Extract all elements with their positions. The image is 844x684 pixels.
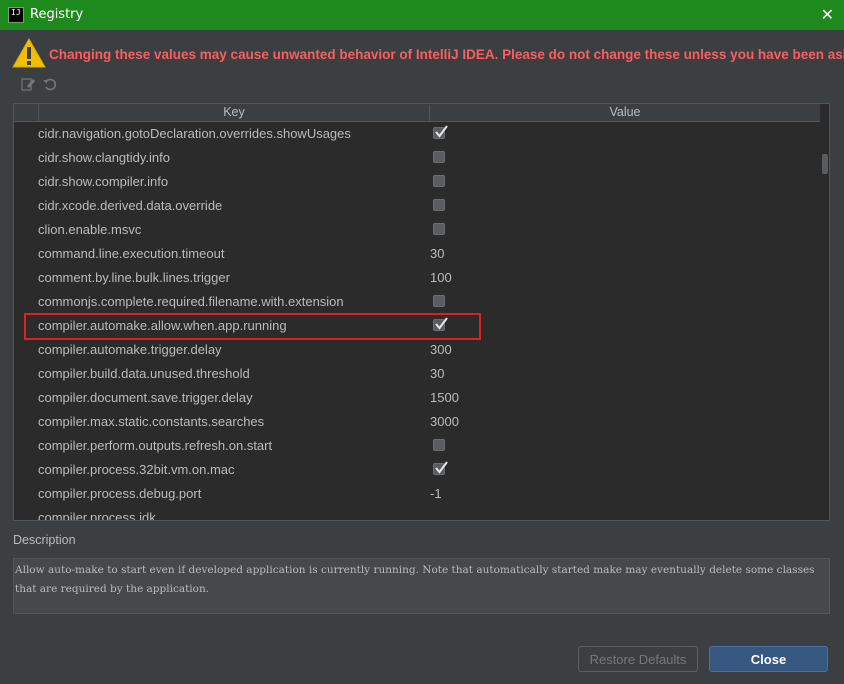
column-header-value[interactable]: Value xyxy=(430,105,820,121)
table-body: cidr.navigation.gotoDeclaration.override… xyxy=(14,122,820,521)
row-key: cidr.navigation.gotoDeclaration.override… xyxy=(38,126,351,141)
row-key: compiler.process.debug.port xyxy=(38,486,202,501)
window-title: Registry xyxy=(30,7,84,22)
checked-checkbox[interactable] xyxy=(433,317,448,331)
row-key: compiler.document.save.trigger.delay xyxy=(38,390,253,405)
row-value[interactable]: 1500 xyxy=(430,390,459,405)
table-row[interactable]: compiler.build.data.unused.threshold 30 xyxy=(14,362,820,386)
row-key: cidr.xcode.derived.data.override xyxy=(38,198,223,213)
unchecked-checkbox[interactable] xyxy=(433,295,445,307)
checked-checkbox[interactable] xyxy=(433,461,448,475)
close-button[interactable]: Close xyxy=(709,646,828,672)
row-key: comment.by.line.bulk.lines.trigger xyxy=(38,270,230,285)
row-key: cidr.show.compiler.info xyxy=(38,174,169,189)
row-key: command.line.execution.timeout xyxy=(38,246,225,261)
table-row[interactable]: compiler.process.debug.port -1 xyxy=(14,482,820,506)
checkmark-icon xyxy=(435,461,448,474)
unchecked-checkbox[interactable] xyxy=(433,223,445,235)
close-icon[interactable]: ✕ xyxy=(821,5,834,24)
row-value[interactable]: 3000 xyxy=(430,414,459,429)
row-key: compiler.automake.trigger.delay xyxy=(38,342,222,357)
table-row[interactable]: compiler.process.32bit.vm.on.mac xyxy=(14,458,820,482)
row-value[interactable]: 300 xyxy=(430,342,452,357)
column-header-key[interactable]: Key xyxy=(39,105,430,121)
table-row[interactable]: cidr.show.compiler.info xyxy=(14,170,820,194)
table-row[interactable]: cidr.xcode.derived.data.override xyxy=(14,194,820,218)
table-row[interactable]: compiler.max.static.constants.searches 30… xyxy=(14,410,820,434)
table-row[interactable]: clion.enable.msvc xyxy=(14,218,820,242)
unchecked-checkbox[interactable] xyxy=(433,151,445,163)
warning-message: Changing these values may cause unwanted… xyxy=(49,47,844,62)
row-key: compiler.process.32bit.vm.on.mac xyxy=(38,462,235,477)
checkmark-icon xyxy=(435,125,448,138)
table-row[interactable]: compiler.process.jdk xyxy=(14,506,820,521)
scrollbar-thumb[interactable] xyxy=(822,154,828,174)
row-value[interactable]: 30 xyxy=(430,246,444,261)
row-key: compiler.perform.outputs.refresh.on.star… xyxy=(38,438,273,453)
row-key: commonjs.complete.required.filename.with… xyxy=(38,294,344,309)
vertical-scrollbar[interactable] xyxy=(820,104,829,520)
row-key: compiler.max.static.constants.searches xyxy=(38,414,265,429)
revert-icon[interactable] xyxy=(42,76,58,92)
row-key: compiler.process.jdk xyxy=(38,510,156,521)
registry-table: Key Value cidr.navigation.gotoDeclaratio… xyxy=(13,103,830,521)
unchecked-checkbox[interactable] xyxy=(433,439,445,451)
checkmark-icon xyxy=(435,317,448,330)
warning-icon xyxy=(12,38,46,68)
table-row[interactable]: commonjs.complete.required.filename.with… xyxy=(14,290,820,314)
table-row[interactable]: compiler.document.save.trigger.delay 1500 xyxy=(14,386,820,410)
table-row[interactable]: command.line.execution.timeout 30 xyxy=(14,242,820,266)
restore-defaults-button[interactable]: Restore Defaults xyxy=(578,646,698,672)
unchecked-checkbox[interactable] xyxy=(433,199,445,211)
table-row[interactable]: cidr.navigation.gotoDeclaration.override… xyxy=(14,122,820,146)
table-row[interactable]: comment.by.line.bulk.lines.trigger 100 xyxy=(14,266,820,290)
title-bar: IJ Registry ✕ xyxy=(0,0,844,30)
row-key: clion.enable.msvc xyxy=(38,222,142,237)
unchecked-checkbox[interactable] xyxy=(433,175,445,187)
description-text: Allow auto-make to start even if develop… xyxy=(13,558,830,614)
header-corner xyxy=(14,104,39,121)
checked-checkbox[interactable] xyxy=(433,125,448,139)
table-row[interactable]: compiler.automake.trigger.delay 300 xyxy=(14,338,820,362)
row-key: cidr.show.clangtidy.info xyxy=(38,150,170,165)
description-label: Description xyxy=(13,533,76,547)
table-row[interactable]: compiler.automake.allow.when.app.running xyxy=(14,314,820,338)
row-key: compiler.build.data.unused.threshold xyxy=(38,366,250,381)
table-row[interactable]: cidr.show.clangtidy.info xyxy=(14,146,820,170)
row-key: compiler.automake.allow.when.app.running xyxy=(38,318,287,333)
table-header: Key Value xyxy=(14,104,820,122)
row-value[interactable]: 100 xyxy=(430,270,452,285)
row-value[interactable]: -1 xyxy=(430,486,442,501)
edit-icon[interactable] xyxy=(20,76,36,92)
row-value[interactable]: 30 xyxy=(430,366,444,381)
intellij-app-icon: IJ xyxy=(8,7,24,23)
table-row[interactable]: compiler.perform.outputs.refresh.on.star… xyxy=(14,434,820,458)
